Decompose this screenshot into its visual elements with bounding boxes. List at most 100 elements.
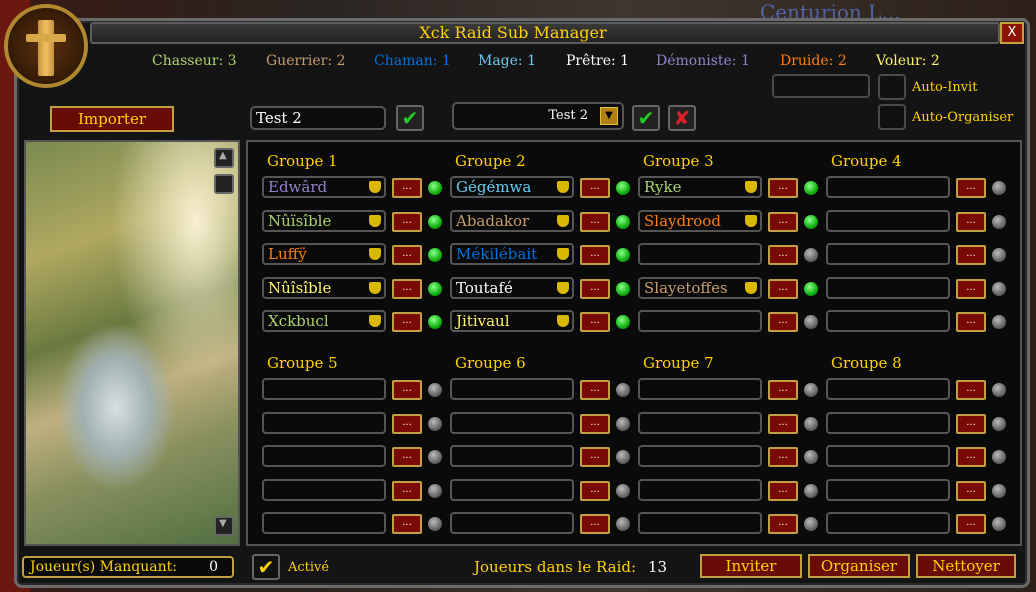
scroll-thumb[interactable] — [214, 174, 234, 194]
save-template-button[interactable]: ✔ — [396, 105, 424, 131]
player-slot[interactable]: Luffÿ — [262, 243, 386, 265]
template-dropdown[interactable]: Test 2 ▼ — [452, 102, 624, 130]
slot-menu-button[interactable]: ... — [956, 413, 986, 434]
player-slot[interactable] — [262, 411, 386, 434]
player-slot[interactable] — [262, 378, 386, 400]
slot-menu-button[interactable]: ... — [392, 380, 422, 400]
player-slot[interactable] — [262, 512, 386, 534]
slot-menu-button[interactable]: ... — [392, 245, 422, 265]
player-slot[interactable] — [826, 243, 950, 265]
slot-menu-button[interactable]: ... — [392, 278, 422, 299]
player-slot[interactable] — [450, 378, 574, 400]
player-slot[interactable] — [638, 445, 762, 467]
slot-menu-button[interactable]: ... — [956, 245, 986, 265]
slot-menu-button[interactable]: ... — [956, 178, 986, 198]
delete-template-button[interactable]: ✘ — [668, 105, 696, 131]
slot-menu-button[interactable]: ... — [768, 211, 798, 232]
chevron-down-icon[interactable]: ▼ — [600, 107, 618, 125]
auto-invite-input[interactable] — [772, 74, 870, 98]
player-slot[interactable]: Jitivaul — [450, 310, 574, 332]
player-slot[interactable]: Edwârd — [262, 176, 386, 198]
slot-menu-button[interactable]: ... — [768, 245, 798, 265]
player-slot[interactable] — [638, 243, 762, 265]
slot-menu-button[interactable]: ... — [392, 480, 422, 501]
slot-menu-button[interactable]: ... — [956, 312, 986, 332]
player-slot[interactable] — [450, 445, 574, 467]
slot-menu-button[interactable]: ... — [956, 380, 986, 400]
scroll-up-button[interactable] — [214, 148, 234, 168]
player-slot[interactable] — [826, 378, 950, 400]
slot-menu-button[interactable]: ... — [392, 514, 422, 534]
slot-menu-button[interactable]: ... — [580, 312, 610, 332]
slot-menu-button[interactable]: ... — [768, 480, 798, 501]
slot-menu-button[interactable]: ... — [392, 211, 422, 232]
slot-menu-button[interactable]: ... — [392, 178, 422, 198]
slot-menu-button[interactable]: ... — [392, 447, 422, 467]
player-slot[interactable] — [638, 411, 762, 434]
player-slot[interactable] — [262, 445, 386, 467]
player-slot[interactable] — [450, 411, 574, 434]
template-name-input[interactable]: Test 2 — [250, 106, 386, 130]
import-button[interactable]: Importer — [50, 106, 174, 132]
auto-invite-checkbox[interactable] — [878, 74, 906, 100]
player-slot[interactable] — [638, 310, 762, 332]
player-slot[interactable]: Mékilébait — [450, 243, 574, 265]
player-slot[interactable] — [262, 478, 386, 501]
player-slot[interactable] — [826, 512, 950, 534]
player-slot[interactable]: Ryke — [638, 176, 762, 198]
player-slot[interactable] — [638, 512, 762, 534]
slot-menu-button[interactable]: ... — [768, 380, 798, 400]
active-checkbox[interactable]: ✔ — [252, 554, 280, 580]
player-slot[interactable] — [638, 378, 762, 400]
scroll-down-button[interactable] — [214, 516, 234, 536]
player-slot[interactable] — [826, 176, 950, 198]
slot-menu-button[interactable]: ... — [392, 312, 422, 332]
slot-menu-button[interactable]: ... — [580, 447, 610, 467]
invite-button[interactable]: Inviter — [700, 554, 802, 578]
player-slot[interactable] — [450, 512, 574, 534]
slot-menu-button[interactable]: ... — [956, 211, 986, 232]
slot-menu-button[interactable]: ... — [580, 514, 610, 534]
player-slot[interactable] — [826, 478, 950, 501]
organize-button[interactable]: Organiser — [808, 554, 910, 578]
slot-menu-button[interactable]: ... — [956, 514, 986, 534]
slot-menu-button[interactable]: ... — [580, 211, 610, 232]
player-slot[interactable] — [826, 209, 950, 232]
close-button[interactable]: X — [1000, 22, 1024, 44]
slot-menu-button[interactable]: ... — [768, 312, 798, 332]
load-template-button[interactable]: ✔ — [632, 105, 660, 131]
player-slot[interactable]: Nûïsîble — [262, 209, 386, 232]
player-slot[interactable] — [826, 276, 950, 299]
slot-menu-button[interactable]: ... — [768, 447, 798, 467]
player-slot[interactable]: Slaydrood — [638, 209, 762, 232]
player-slot[interactable] — [826, 445, 950, 467]
slot-menu-button[interactable]: ... — [580, 278, 610, 299]
slot-menu-button[interactable]: ... — [768, 178, 798, 198]
slot-menu-button[interactable]: ... — [956, 480, 986, 501]
slot-menu-button[interactable]: ... — [580, 480, 610, 501]
player-slot[interactable]: Abadakor — [450, 209, 574, 232]
slot-menu-button[interactable]: ... — [392, 413, 422, 434]
player-slot[interactable] — [826, 310, 950, 332]
slot-menu-button[interactable]: ... — [768, 514, 798, 534]
player-slot[interactable]: Toutafé — [450, 276, 574, 299]
slot-menu-button[interactable]: ... — [956, 278, 986, 299]
slot-menu-button[interactable]: ... — [580, 245, 610, 265]
slot-menu-button[interactable]: ... — [768, 278, 798, 299]
clean-button[interactable]: Nettoyer — [916, 554, 1016, 578]
player-slot[interactable] — [826, 411, 950, 434]
online-status-icon — [616, 214, 630, 229]
player-slot[interactable]: Nûîsîble — [262, 276, 386, 299]
player-slot[interactable]: Xckbucl — [262, 310, 386, 332]
slot-menu-button[interactable]: ... — [580, 380, 610, 400]
slot-menu-button[interactable]: ... — [580, 178, 610, 198]
player-slot[interactable]: Gégémwa — [450, 176, 574, 198]
slot-menu-button[interactable]: ... — [768, 413, 798, 434]
auto-organize-checkbox[interactable] — [878, 104, 906, 130]
player-slot[interactable] — [638, 478, 762, 501]
slot-menu-button[interactable]: ... — [580, 413, 610, 434]
shield-icon — [557, 248, 569, 260]
slot-menu-button[interactable]: ... — [956, 447, 986, 467]
player-slot[interactable]: Slayetoffes — [638, 276, 762, 299]
player-slot[interactable] — [450, 478, 574, 501]
